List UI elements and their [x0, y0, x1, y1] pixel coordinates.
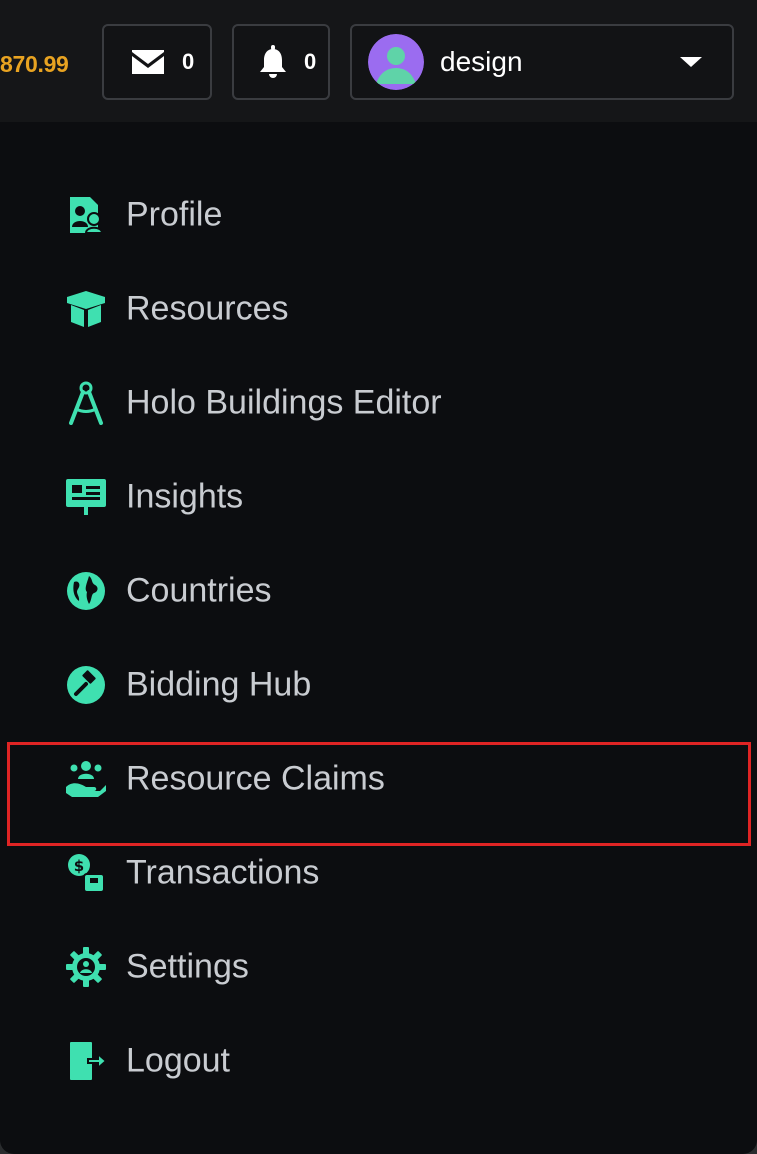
menu-item-label: Holo Buildings Editor — [126, 383, 442, 422]
box-icon — [62, 285, 110, 333]
hand-users-icon — [62, 755, 110, 803]
menu-item-countries[interactable]: Countries — [0, 544, 757, 638]
gavel-icon — [62, 661, 110, 709]
profile-icon — [62, 191, 110, 239]
notifications-button[interactable]: 0 — [232, 24, 330, 100]
menu-item-label: Settings — [126, 947, 249, 986]
username: design — [440, 46, 523, 77]
menu-item-insights[interactable]: Insights — [0, 450, 757, 544]
menu-item-bidding-hub[interactable]: Bidding Hub — [0, 638, 757, 732]
presentation-icon — [62, 473, 110, 521]
caret-down-icon — [680, 57, 702, 67]
app-screen: 870.99 0 0 design Profile Resources Holo… — [0, 0, 757, 1154]
user-menu-button[interactable]: design — [350, 24, 734, 100]
globe-icon — [62, 567, 110, 615]
menu-item-label: Resource Claims — [126, 759, 385, 798]
menu-item-label: Insights — [126, 477, 244, 516]
messages-button[interactable]: 0 — [102, 24, 212, 100]
menu-item-profile[interactable]: Profile — [0, 168, 757, 262]
messages-count: 0 — [182, 49, 195, 74]
menu-item-label: Resources — [126, 289, 289, 328]
menu-item-resources[interactable]: Resources — [0, 262, 757, 356]
menu-item-holo-buildings-editor[interactable]: Holo Buildings Editor — [0, 356, 757, 450]
menu-item-transactions[interactable]: $ Transactions — [0, 826, 757, 920]
notifications-count: 0 — [304, 49, 317, 74]
gear-icon — [62, 943, 110, 991]
menu-item-label: Bidding Hub — [126, 665, 312, 704]
menu-item-label: Transactions — [126, 853, 320, 892]
menu-item-resource-claims[interactable]: Resource Claims — [0, 732, 757, 846]
menu-item-logout[interactable]: Logout — [0, 1014, 757, 1108]
top-bar: 870.99 0 0 design — [0, 0, 757, 122]
avatar — [368, 34, 424, 90]
menu-item-label: Countries — [126, 571, 272, 610]
menu-item-label: Logout — [126, 1041, 230, 1080]
menu-item-settings[interactable]: Settings — [0, 920, 757, 1014]
exchange-icon: $ — [62, 849, 110, 897]
user-dropdown-menu: Profile Resources Holo Buildings Editor … — [0, 168, 757, 1108]
svg-text:$: $ — [74, 857, 84, 875]
balance-amount: 870.99 — [0, 51, 69, 77]
compass-icon — [62, 379, 110, 427]
bell-icon — [256, 45, 290, 79]
logout-icon — [62, 1037, 110, 1085]
envelope-icon — [128, 48, 168, 76]
menu-item-label: Profile — [126, 195, 223, 234]
